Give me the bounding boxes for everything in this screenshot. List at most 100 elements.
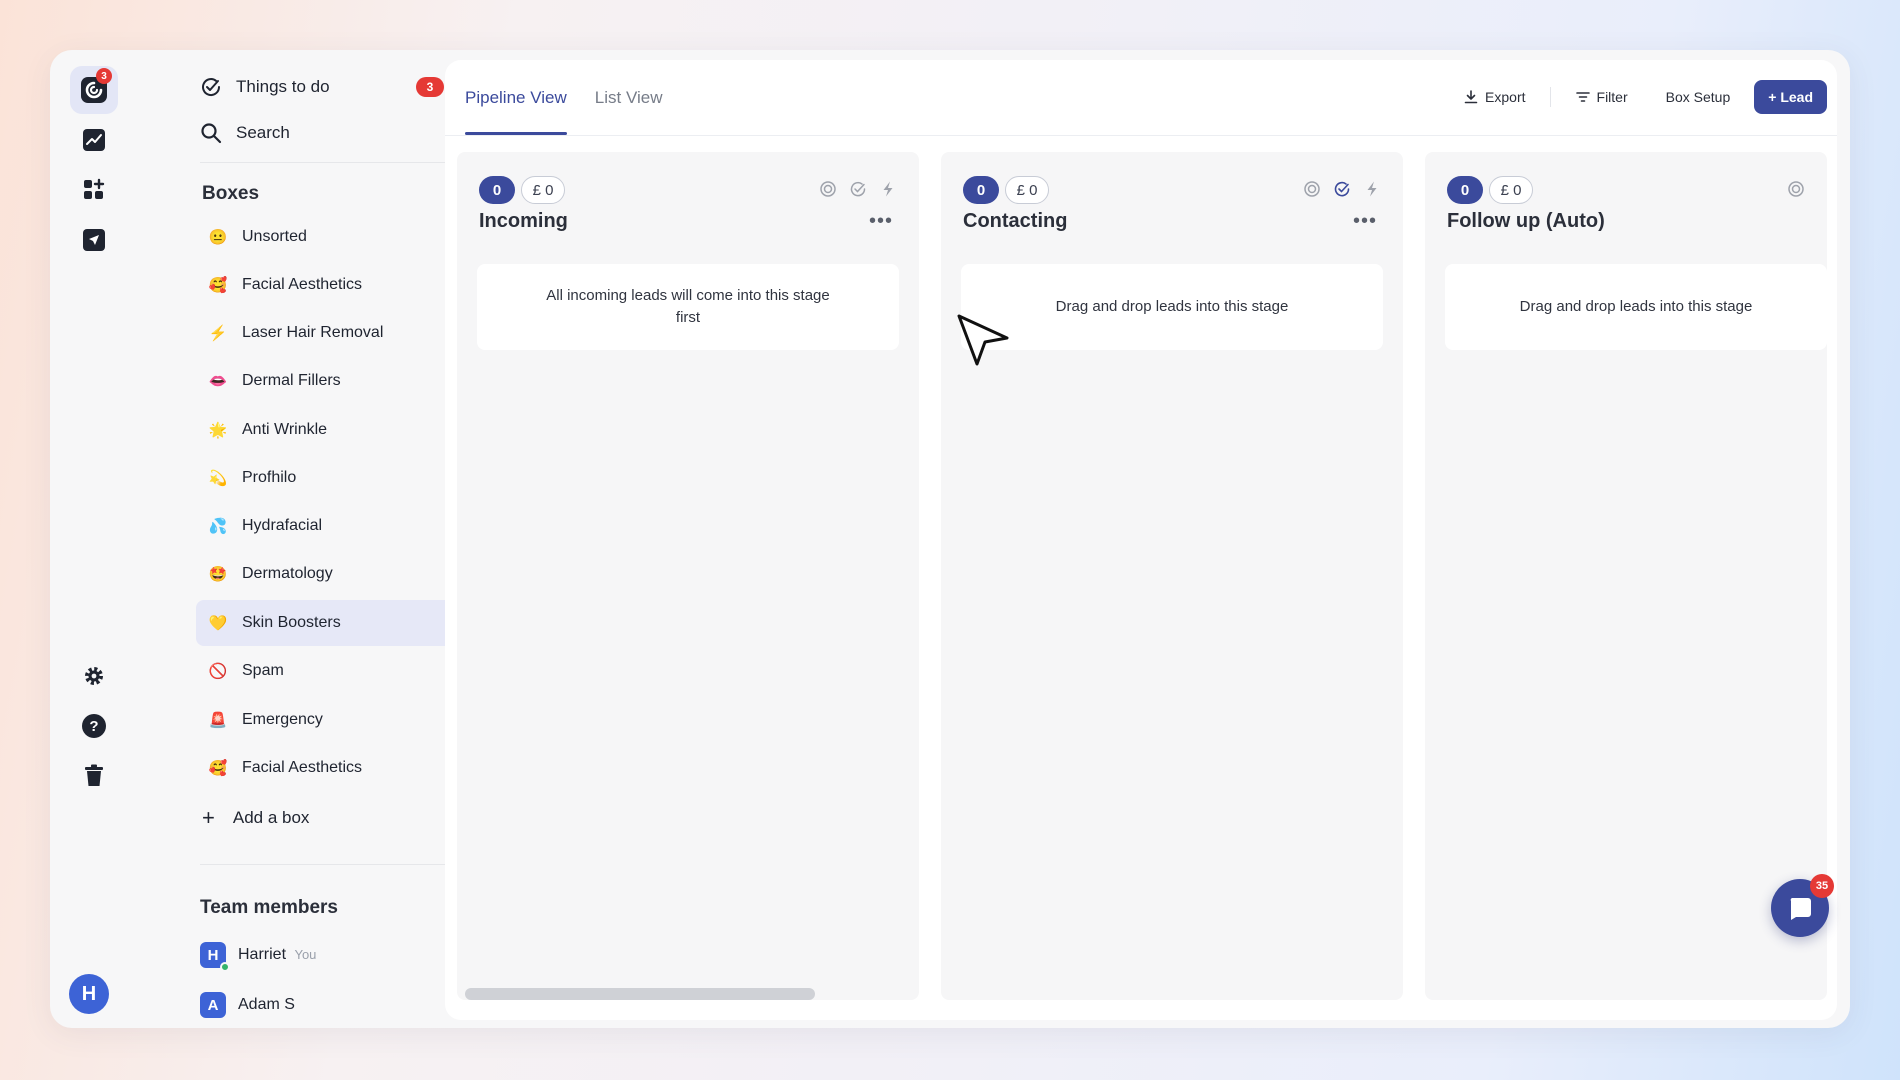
member-you-tag: You (294, 947, 317, 962)
app-logo-button[interactable]: 3 (70, 66, 118, 114)
stage-column-follow-up: 0 £ 0 Follow up (Auto) Drag and drop lea… (1425, 152, 1827, 1000)
member-name-text: Harriet (238, 946, 287, 963)
pipeline-panel: Pipeline View List View Export Filter Bo… (445, 60, 1837, 1020)
box-item-label: Dermatology (242, 565, 333, 582)
trash-button[interactable] (70, 752, 118, 800)
app-window: 3 ? H Things to do 3 Search Boxes 😐 Unso… (50, 50, 1850, 1028)
lead-value-badge: £ 0 (521, 176, 565, 204)
prohibited-icon: 🚫 (208, 663, 228, 680)
member-avatar: H (200, 942, 230, 972)
avatar-initial: A (207, 996, 219, 1014)
box-item-dermal-fillers[interactable]: 👄 Dermal Fillers (196, 358, 470, 404)
check-circle-icon (202, 78, 221, 96)
trash-icon (85, 764, 103, 786)
more-options-icon[interactable]: ••• (869, 210, 893, 233)
help-button[interactable]: ? (70, 702, 118, 750)
stage-actions (1303, 180, 1381, 198)
stage-title: Contacting (963, 210, 1068, 232)
icon-rail: 3 ? H (50, 50, 140, 1028)
lightning-icon[interactable] (879, 180, 897, 198)
box-item-emergency[interactable]: 🚨 Emergency (196, 697, 470, 743)
lead-count-badge: 0 (963, 176, 999, 204)
droplets-icon: 💦 (208, 518, 228, 535)
analytics-button[interactable] (70, 116, 118, 164)
question-icon: ? (82, 714, 106, 738)
gear-icon (85, 667, 103, 685)
stage-column-contacting: 0 £ 0 Contacting ••• Drag and drop leads… (941, 152, 1403, 1000)
sidebar-divider (200, 864, 460, 865)
export-label: Export (1485, 89, 1526, 105)
stage-actions (819, 180, 897, 198)
check-circle-icon[interactable] (1333, 180, 1351, 198)
grid-plus-icon (84, 178, 105, 199)
horizontal-scrollbar[interactable] (465, 988, 815, 1000)
empty-stage-message: All incoming leads will come into this s… (477, 264, 899, 350)
box-item-label: Facial Aesthetics (242, 759, 363, 776)
box-item-facial-aesthetics[interactable]: 🥰 Facial Aesthetics (196, 262, 470, 308)
notification-badge: 3 (96, 68, 112, 84)
box-item-profhilo[interactable]: 💫 Profhilo (196, 455, 470, 501)
apps-button[interactable] (70, 166, 118, 214)
campaigns-button[interactable] (70, 216, 118, 264)
yellow-heart-icon: 💛 (208, 615, 228, 632)
stage-column-incoming: 0 £ 0 Incoming ••• All incoming leads wi… (457, 152, 919, 1000)
lead-value-badge: £ 0 (1005, 176, 1049, 204)
filter-button[interactable]: Filter (1561, 80, 1642, 114)
target-icon[interactable] (1787, 180, 1805, 198)
target-icon[interactable] (819, 180, 837, 198)
view-tabs: Pipeline View List View (465, 60, 662, 135)
box-item-label: Dermal Fillers (242, 372, 341, 389)
stage-title: Incoming (479, 210, 568, 232)
check-circle-icon[interactable] (849, 180, 867, 198)
box-item-spam[interactable]: 🚫 Spam (196, 648, 470, 694)
tab-pipeline-view[interactable]: Pipeline View (465, 60, 567, 135)
profile-avatar[interactable]: H (69, 974, 109, 1014)
add-lead-button[interactable]: + Lead (1754, 80, 1827, 114)
box-item-unsorted[interactable]: 😐 Unsorted (196, 214, 470, 260)
filter-icon (1575, 92, 1590, 102)
more-options-icon[interactable]: ••• (1353, 210, 1377, 233)
box-item-label: Spam (242, 662, 284, 679)
nav-search[interactable]: Search (200, 122, 290, 144)
chat-notification-badge: 35 (1810, 874, 1834, 898)
send-icon (83, 229, 105, 251)
neutral-face-icon: 😐 (208, 229, 228, 246)
settings-button[interactable] (70, 652, 118, 700)
toolbar: Export Filter Box Setup + Lead (1449, 80, 1827, 114)
avatar-initial: H (207, 946, 219, 964)
box-item-label: Facial Aesthetics (242, 276, 363, 293)
box-item-label: Unsorted (242, 228, 307, 245)
box-item-dermatology[interactable]: 🤩 Dermatology (196, 551, 470, 597)
stage-actions (1787, 180, 1805, 198)
box-item-laser-hair-removal[interactable]: ⚡ Laser Hair Removal (196, 310, 470, 356)
star-icon: 🌟 (208, 422, 228, 439)
tab-list-view[interactable]: List View (595, 60, 663, 135)
member-adam-s[interactable]: A Adam S (200, 992, 295, 1018)
box-item-label: Hydrafacial (242, 517, 323, 534)
box-item-label: Laser Hair Removal (242, 324, 384, 341)
nav-things-to-do[interactable]: Things to do (200, 76, 330, 98)
box-item-hydrafacial[interactable]: 💦 Hydrafacial (196, 503, 470, 549)
box-item-anti-wrinkle[interactable]: 🌟 Anti Wrinkle (196, 407, 470, 453)
box-item-facial-aesthetics-2[interactable]: 🥰 Facial Aesthetics (196, 745, 470, 791)
lightning-icon[interactable] (1363, 180, 1381, 198)
box-item-label: Profhilo (242, 469, 297, 486)
box-item-label: Anti Wrinkle (242, 421, 328, 438)
member-name: Harriet You (238, 946, 316, 964)
plus-icon: + (202, 805, 215, 830)
sparkle-icon: 💫 (208, 470, 228, 487)
member-avatar: A (200, 992, 226, 1018)
things-to-do-badge: 3 (416, 77, 444, 97)
online-status-dot (220, 962, 230, 972)
search-label: Search (236, 123, 290, 142)
add-box-label: Add a box (232, 808, 310, 827)
export-button[interactable]: Export (1449, 80, 1539, 114)
box-setup-button[interactable]: Box Setup (1652, 80, 1745, 114)
add-box-button[interactable]: + Add a box (202, 805, 310, 830)
target-icon[interactable] (1303, 180, 1321, 198)
box-item-skin-boosters[interactable]: 💛 Skin Boosters (196, 600, 470, 646)
member-harriet[interactable]: H Harriet You (200, 942, 316, 972)
lips-icon: 👄 (208, 373, 228, 390)
toolbar-separator (1549, 87, 1551, 107)
team-members-title: Team members (200, 897, 338, 918)
